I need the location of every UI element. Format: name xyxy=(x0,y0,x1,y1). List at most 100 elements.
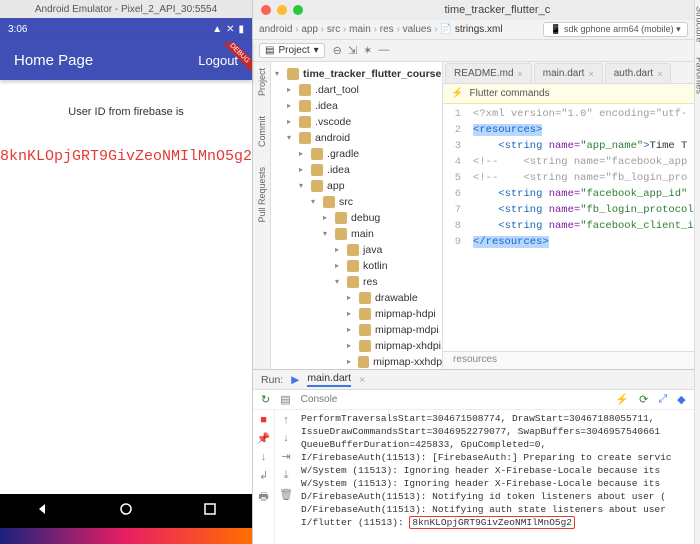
gutter-favorites[interactable]: Favorites xyxy=(695,57,700,94)
project-tree[interactable]: ▾ time_tracker_flutter_course ▸.dart_too… xyxy=(271,62,443,369)
ide-main: Project Commit Pull Requests ▾ time_tracke… xyxy=(253,62,694,369)
run-tab-close-icon[interactable]: × xyxy=(359,374,365,386)
tab-close-icon[interactable]: × xyxy=(657,69,662,79)
tree-item-mipmap-xxhdp[interactable]: ▸mipmap-xxhdp xyxy=(271,354,442,369)
wrap-icon[interactable]: ↲ xyxy=(259,469,268,482)
gutter-commit[interactable]: Commit xyxy=(257,116,267,147)
console-tab[interactable]: Console xyxy=(301,394,338,405)
run-label: Run: xyxy=(261,374,283,386)
app-body: User ID from firebase is 8knKLOpjGRT9Giv… xyxy=(0,80,252,494)
gutter-project[interactable]: Project xyxy=(257,68,267,96)
nav-back-icon[interactable] xyxy=(35,502,49,521)
expand-icon[interactable]: ⇲ xyxy=(348,44,357,57)
code-body[interactable]: <?xml version="1.0" encoding="utf- <reso… xyxy=(467,104,694,351)
run-icon: ▶ xyxy=(291,374,299,386)
tree-item-mipmap-hdpi[interactable]: ▸mipmap-hdpi xyxy=(271,306,442,322)
run-tab[interactable]: main.dart xyxy=(307,372,351,387)
tree-item--vscode[interactable]: ▸.vscode xyxy=(271,114,442,130)
gutter-structure[interactable]: Structure xyxy=(695,6,700,43)
emulator-wallpaper xyxy=(0,528,252,544)
soft-wrap-icon[interactable]: ⇥ xyxy=(281,450,290,463)
code-breadcrumb[interactable]: resources xyxy=(443,351,694,369)
code-editor[interactable]: 123456789 <?xml version="1.0" encoding="… xyxy=(443,104,694,351)
tab-auth-dart[interactable]: auth.dart× xyxy=(605,63,672,83)
status-icons: ▲ ✕ ▮ xyxy=(212,24,244,35)
filter-icon[interactable]: ▤ xyxy=(280,393,290,406)
breadcrumb-file[interactable]: 📄 strings.xml xyxy=(440,24,503,35)
left-tool-gutter: Project Commit Pull Requests xyxy=(253,62,271,369)
mac-titlebar: time_tracker_flutter_c xyxy=(253,0,694,20)
clear-icon[interactable]: 🗑 xyxy=(279,488,293,501)
breadcrumb: android › app › src › main › res › value… xyxy=(253,20,694,40)
toolbar-icons: ⊖ ⇲ ✶ — xyxy=(333,44,390,57)
gutter-pull-requests[interactable]: Pull Requests xyxy=(257,167,267,223)
wifi-icon: ✕ xyxy=(226,24,234,35)
flash-icon[interactable]: ⚡ xyxy=(615,393,629,406)
tree-item-src[interactable]: ▾src xyxy=(271,194,442,210)
tree-item-kotlin[interactable]: ▸kotlin xyxy=(271,258,442,274)
scroll-icon[interactable]: ⤓ xyxy=(284,469,289,482)
android-emulator: Android Emulator - Pixel_2_API_30:5554 3… xyxy=(0,0,253,544)
run-panel: Run: ▶ main.dart × ↻ ▤ Console ⚡ ⟳ ⤢ ◆ ■… xyxy=(253,369,694,544)
collapse-icon[interactable]: ⊖ xyxy=(333,44,342,57)
debug-banner: DEBUG xyxy=(218,43,252,77)
tree-item--dart-tool[interactable]: ▸.dart_tool xyxy=(271,82,442,98)
hide-icon[interactable]: — xyxy=(378,44,389,57)
flutter-banner[interactable]: ⚡ Flutter commands xyxy=(443,84,694,104)
project-toolbar: ▤ Project ▾ ⊖ ⇲ ✶ — xyxy=(253,40,694,62)
restart-icon[interactable]: ↻ xyxy=(261,393,270,406)
tree-item-mipmap-xhdpi[interactable]: ▸mipmap-xhdpi xyxy=(271,338,442,354)
editor-area: README.md×main.dart×auth.dart× ⚡ Flutter… xyxy=(443,62,694,369)
reload-icon[interactable]: ⟳ xyxy=(639,393,648,406)
down-arrow-icon[interactable]: ↓ xyxy=(283,432,289,444)
tab-main-dart[interactable]: main.dart× xyxy=(534,63,603,83)
device-selector[interactable]: 📱 sdk gphone arm64 (mobile) ▾ xyxy=(543,22,687,37)
down-icon[interactable]: ↓ xyxy=(261,451,267,463)
tree-item--idea[interactable]: ▸.idea xyxy=(271,98,442,114)
tree-item-mipmap-mdpi[interactable]: ▸mipmap-mdpi xyxy=(271,322,442,338)
editor-tabs: README.md×main.dart×auth.dart× xyxy=(443,62,694,84)
project-view-selector[interactable]: ▤ Project ▾ xyxy=(259,43,325,58)
minimize-icon[interactable] xyxy=(277,5,287,15)
tree-item-app[interactable]: ▾app xyxy=(271,178,442,194)
emulator-window-title: Android Emulator - Pixel_2_API_30:5554 xyxy=(0,0,252,18)
right-tool-gutter: Structure Favorites xyxy=(694,0,700,544)
tree-item--idea[interactable]: ▸.idea xyxy=(271,162,442,178)
devtools-icon[interactable]: ◆ xyxy=(677,393,685,406)
uid-label: User ID from firebase is xyxy=(0,106,252,118)
open-icon[interactable]: ⤢ xyxy=(658,393,667,406)
nav-home-icon[interactable] xyxy=(119,502,133,521)
nav-recents-icon[interactable] xyxy=(203,502,217,521)
pin-icon[interactable]: 📌 xyxy=(257,432,271,445)
appbar-title: Home Page xyxy=(14,52,93,69)
stop-icon[interactable]: ■ xyxy=(260,414,267,426)
run-body: ■ 📌 ↓ ↲ 🖶 ↑ ↓ ⇥ ⤓ 🗑 PerformTraversalsSta… xyxy=(253,410,694,544)
ide-window: time_tracker_flutter_c android › app › s… xyxy=(253,0,694,544)
settings-icon[interactable]: ✶ xyxy=(363,44,372,57)
breadcrumb-path[interactable]: android › app › src › main › res › value… xyxy=(259,24,438,35)
run-toolbar: ↻ ▤ Console ⚡ ⟳ ⤢ ◆ xyxy=(253,390,694,410)
tab-close-icon[interactable]: × xyxy=(588,69,593,79)
tree-root[interactable]: ▾ time_tracker_flutter_course xyxy=(271,66,442,82)
tree-item--gradle[interactable]: ▸.gradle xyxy=(271,146,442,162)
tree-item-res[interactable]: ▾res xyxy=(271,274,442,290)
tree-item-drawable[interactable]: ▸drawable xyxy=(271,290,442,306)
tree-item-java[interactable]: ▸java xyxy=(271,242,442,258)
tree-item-android[interactable]: ▾android xyxy=(271,130,442,146)
android-nav-bar xyxy=(0,494,252,528)
run-gutter-mid: ↑ ↓ ⇥ ⤓ 🗑 xyxy=(275,410,297,544)
print-icon[interactable]: 🖶 xyxy=(258,488,268,507)
tree-item-debug[interactable]: ▸debug xyxy=(271,210,442,226)
line-numbers: 123456789 xyxy=(443,104,467,351)
tab-close-icon[interactable]: × xyxy=(518,69,523,79)
tab-README-md[interactable]: README.md× xyxy=(445,63,532,83)
battery-icon: ▮ xyxy=(239,24,245,35)
window-title: time_tracker_flutter_c xyxy=(309,4,686,16)
zoom-icon[interactable] xyxy=(293,5,303,15)
app-bar: Home Page Logout DEBUG xyxy=(0,40,252,80)
tree-item-main[interactable]: ▾main xyxy=(271,226,442,242)
close-icon[interactable] xyxy=(261,5,271,15)
signal-icon: ▲ xyxy=(212,24,222,35)
up-arrow-icon[interactable]: ↑ xyxy=(283,414,289,426)
console-output[interactable]: PerformTraversalsStart=304671508774, Dra… xyxy=(297,410,694,544)
